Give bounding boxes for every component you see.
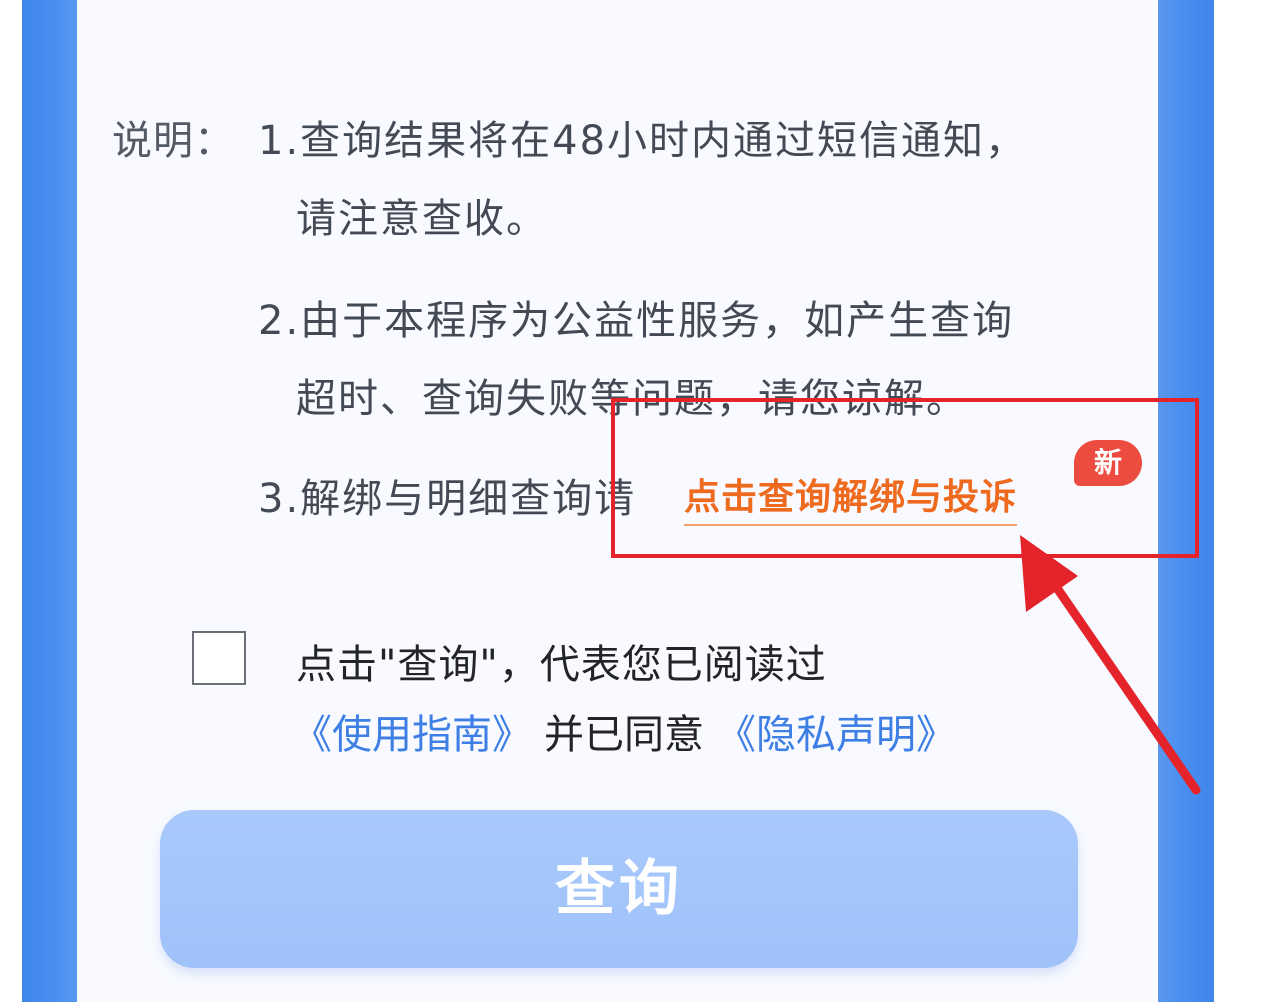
annotation-highlight-box xyxy=(611,398,1199,558)
consent-text: 点击"查询"，代表您已阅读过 xyxy=(296,642,827,688)
left-blue-border xyxy=(22,0,77,1002)
consent-middle-text: 并已同意 xyxy=(544,712,704,758)
privacy-statement-link[interactable]: 《隐私声明》 xyxy=(716,712,956,758)
user-guide-link[interactable]: 《使用指南》 xyxy=(292,712,532,758)
note-item-1-line-2: 请注意查收。 xyxy=(296,196,548,242)
consent-links-row: 《使用指南》 并已同意 《隐私声明》 xyxy=(292,702,956,760)
note-item-1-line-1: 1.查询结果将在48小时内通过短信通知， xyxy=(258,118,1028,164)
note-item-3-prefix: 3.解绑与明细查询请 xyxy=(258,476,637,522)
screenshot-frame: 说明： 1.查询结果将在48小时内通过短信通知， 请注意查收。 2.由于本程序为… xyxy=(0,0,1280,1002)
query-button[interactable]: 查询 xyxy=(160,810,1078,968)
notes-label: 说明： xyxy=(112,118,235,164)
consent-checkbox[interactable] xyxy=(192,631,246,685)
note-item-2-line-1: 2.由于本程序为公益性服务，如产生查询 xyxy=(258,298,1015,344)
